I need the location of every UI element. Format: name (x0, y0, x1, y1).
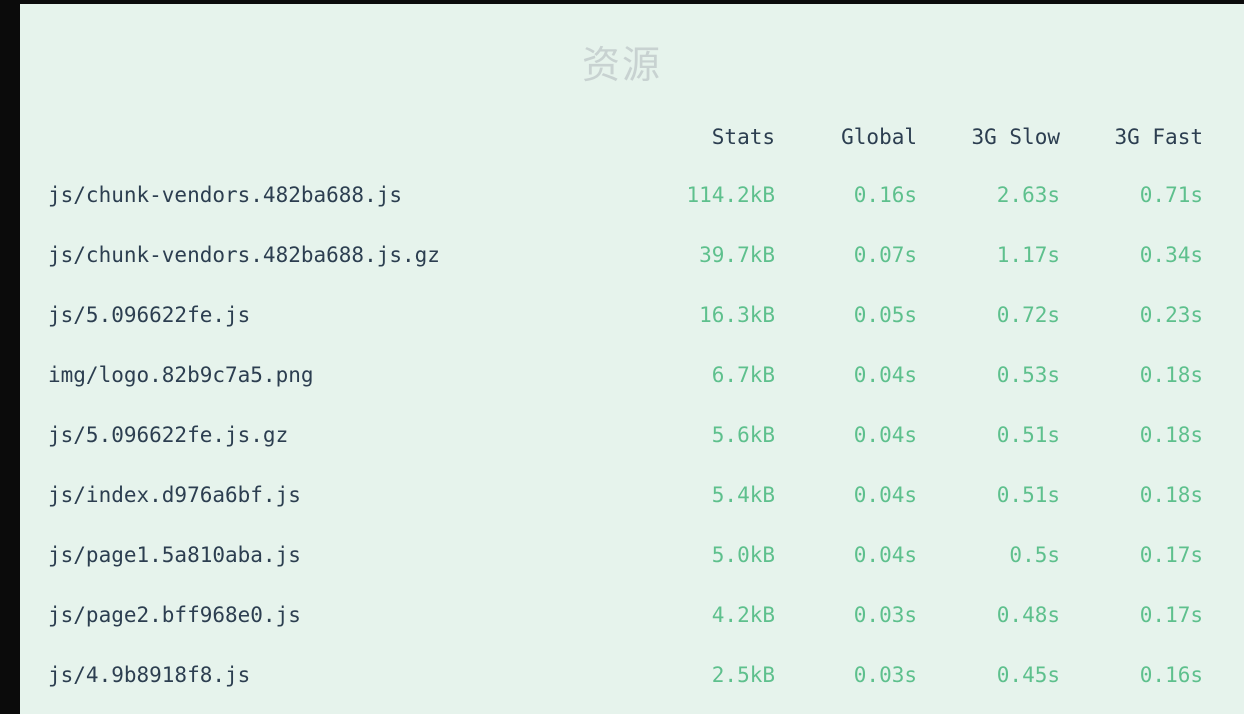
time-global: 0.07s (853, 243, 917, 267)
time-global: 0.04s (853, 363, 917, 387)
asset-name: js/page1.5a810aba.js (48, 543, 301, 567)
time-global: 0.16s (853, 183, 917, 207)
asset-size: 39.7kB (699, 243, 775, 267)
asset-size: 5.4kB (711, 483, 775, 507)
asset-size: 4.2kB (711, 603, 775, 627)
assets-table: Stats Global 3G Slow 3G Fast js/chunk-ve… (48, 109, 1203, 705)
table-row: js/5.096622fe.js.gz 5.6kB 0.04s 0.51s 0.18s (48, 405, 1203, 465)
time-3g-fast: 0.34s (1139, 243, 1203, 267)
time-3g-slow: 0.45s (996, 663, 1060, 687)
asset-size: 5.0kB (711, 543, 775, 567)
column-header-name (48, 109, 638, 165)
time-3g-slow: 0.53s (996, 363, 1060, 387)
table-row: js/5.096622fe.js 16.3kB 0.05s 0.72s 0.23s (48, 285, 1203, 345)
time-3g-fast: 0.71s (1139, 183, 1203, 207)
time-global: 0.03s (853, 663, 917, 687)
time-3g-fast: 0.23s (1139, 303, 1203, 327)
column-header-global: Global (841, 125, 917, 149)
time-3g-slow: 0.72s (996, 303, 1060, 327)
asset-name: img/logo.82b9c7a5.png (48, 363, 314, 387)
time-3g-fast: 0.18s (1139, 363, 1203, 387)
time-3g-slow: 0.5s (1009, 543, 1060, 567)
time-3g-fast: 0.18s (1139, 483, 1203, 507)
time-3g-fast: 0.16s (1139, 663, 1203, 687)
table-row: js/chunk-vendors.482ba688.js.gz 39.7kB 0.0… (48, 225, 1203, 285)
table-row: js/page1.5a810aba.js 5.0kB 0.04s 0.5s 0.17s (48, 525, 1203, 585)
asset-size: 16.3kB (699, 303, 775, 327)
time-3g-fast: 0.17s (1139, 543, 1203, 567)
column-header-3g-slow: 3G Slow (971, 125, 1060, 149)
time-3g-slow: 0.48s (996, 603, 1060, 627)
asset-name: js/index.d976a6bf.js (48, 483, 301, 507)
table-header-row: Stats Global 3G Slow 3G Fast (48, 109, 1203, 165)
asset-name: js/chunk-vendors.482ba688.js.gz (48, 243, 440, 267)
page-title: 资源 (581, 43, 662, 87)
time-global: 0.03s (853, 603, 917, 627)
asset-name: js/page2.bff968e0.js (48, 603, 301, 627)
column-header-3g-fast: 3G Fast (1114, 125, 1203, 149)
asset-size: 5.6kB (711, 423, 775, 447)
time-global: 0.04s (853, 543, 917, 567)
table-row: js/index.d976a6bf.js 5.4kB 0.04s 0.51s 0.18s (48, 465, 1203, 525)
column-header-stats: Stats (711, 125, 775, 149)
asset-name: js/chunk-vendors.482ba688.js (48, 183, 403, 207)
asset-name: js/4.9b8918f8.js (48, 663, 251, 687)
time-3g-slow: 0.51s (996, 423, 1060, 447)
asset-size: 114.2kB (686, 183, 775, 207)
time-3g-fast: 0.17s (1139, 603, 1203, 627)
table-row: js/page2.bff968e0.js 4.2kB 0.03s 0.48s 0.17s (48, 585, 1203, 645)
asset-name: js/5.096622fe.js.gz (48, 423, 289, 447)
table-row: img/logo.82b9c7a5.png 6.7kB 0.04s 0.53s 0.18… (48, 345, 1203, 405)
time-global: 0.04s (853, 483, 917, 507)
asset-size: 2.5kB (711, 663, 775, 687)
asset-size: 6.7kB (711, 363, 775, 387)
table-row: js/4.9b8918f8.js 2.5kB 0.03s 0.45s 0.16s (48, 645, 1203, 705)
time-3g-slow: 0.51s (996, 483, 1060, 507)
time-3g-slow: 2.63s (996, 183, 1060, 207)
asset-name: js/5.096622fe.js (48, 303, 251, 327)
time-3g-slow: 1.17s (996, 243, 1060, 267)
time-3g-fast: 0.18s (1139, 423, 1203, 447)
time-global: 0.04s (853, 423, 917, 447)
time-global: 0.05s (853, 303, 917, 327)
table-row: js/chunk-vendors.482ba688.js 114.2kB 0.16s… (48, 165, 1203, 225)
assets-panel: 资源 Stats Global 3G Slow 3G Fast js/chunk… (20, 4, 1244, 714)
